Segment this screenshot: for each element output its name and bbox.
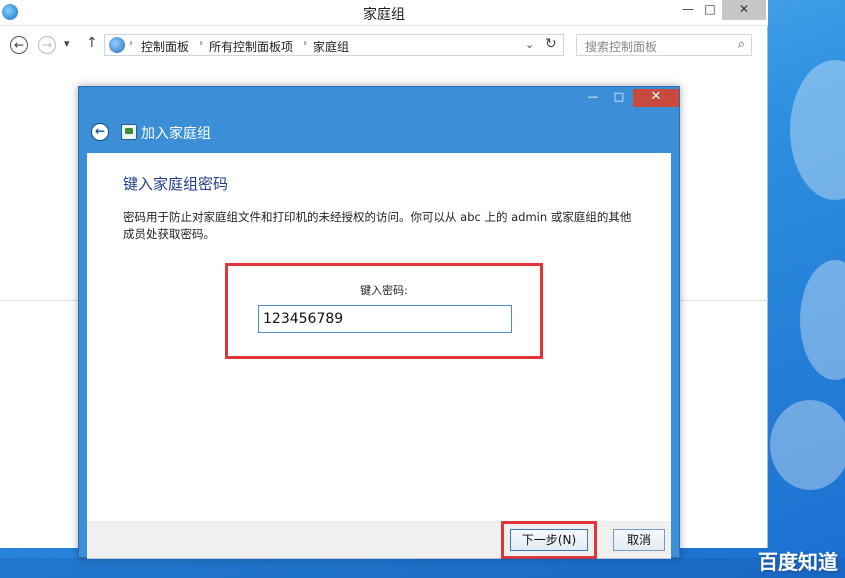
address-bar: ← → ▾ ↑ › 控制面板 › 所有控制面板项 › 家庭组 ⌄ ↻ 搜索控制面… (0, 28, 768, 62)
dialog-close-button[interactable]: ✕ (633, 89, 679, 107)
up-icon[interactable]: ↑ (86, 35, 98, 51)
recent-locations-icon[interactable]: ▾ (64, 37, 70, 50)
address-box[interactable]: › 控制面板 › 所有控制面板项 › 家庭组 ⌄ ↻ (104, 34, 564, 56)
join-homegroup-dialog: — □ ✕ ← 加入家庭组 键入家庭组密码 密码用于防止对家庭组文件和打印机的未… (78, 86, 680, 559)
breadcrumb-all-items[interactable]: 所有控制面板项 (209, 38, 293, 55)
page-title: 键入家庭组密码 (123, 175, 229, 193)
chevron-down-icon[interactable]: ⌄ (525, 38, 534, 51)
dialog-minimize-button[interactable]: — (581, 89, 605, 107)
forward-icon[interactable]: → (38, 36, 56, 54)
close-button[interactable]: ✕ (722, 0, 766, 20)
search-input[interactable]: 搜索控制面板 ⌕ (576, 34, 752, 56)
cancel-button[interactable]: 取消 (613, 529, 665, 551)
desktop-petal (800, 260, 845, 380)
dialog-body: 键入家庭组密码 密码用于防止对家庭组文件和打印机的未经授权的访问。你可以从 ab… (87, 153, 671, 521)
desktop-petal (790, 60, 845, 200)
next-highlight-box: 下一步(N) (501, 521, 597, 559)
dialog-maximize-button[interactable]: □ (607, 89, 631, 107)
breadcrumb-separator: › (199, 38, 203, 49)
dialog-titlebar: — □ ✕ (79, 87, 679, 111)
explorer-titlebar: 家庭组 — □ ✕ (0, 0, 768, 26)
dialog-title: 加入家庭组 (141, 126, 211, 142)
control-panel-icon (109, 37, 125, 53)
back-icon[interactable]: ← (10, 36, 28, 54)
minimize-button[interactable]: — (676, 0, 700, 20)
refresh-icon[interactable]: ↻ (545, 36, 557, 52)
homegroup-icon (121, 124, 137, 140)
window-title: 家庭组 (363, 7, 405, 23)
description-text: 密码用于防止对家庭组文件和打印机的未经授权的访问。你可以从 abc 上的 adm… (123, 210, 632, 241)
breadcrumb-homegroup[interactable]: 家庭组 (313, 38, 349, 55)
breadcrumb-separator: › (303, 38, 307, 49)
dialog-header: ← 加入家庭组 (79, 111, 679, 151)
maximize-button[interactable]: □ (698, 0, 722, 20)
back-icon[interactable]: ← (91, 123, 109, 141)
password-label: 键入密码: (360, 284, 408, 297)
password-highlight-box: 键入密码: (225, 263, 543, 359)
watermark-text: 百度知道 (758, 550, 838, 574)
breadcrumb-control-panel[interactable]: 控制面板 (141, 38, 189, 55)
next-button[interactable]: 下一步(N) (510, 529, 588, 551)
dialog-footer: 下一步(N) 取消 (87, 521, 671, 559)
search-icon[interactable]: ⌕ (738, 37, 745, 52)
password-input[interactable] (258, 305, 512, 333)
taskbar (0, 558, 845, 578)
desktop-petal (770, 400, 845, 490)
breadcrumb-separator: › (129, 38, 133, 49)
search-placeholder: 搜索控制面板 (585, 40, 658, 54)
